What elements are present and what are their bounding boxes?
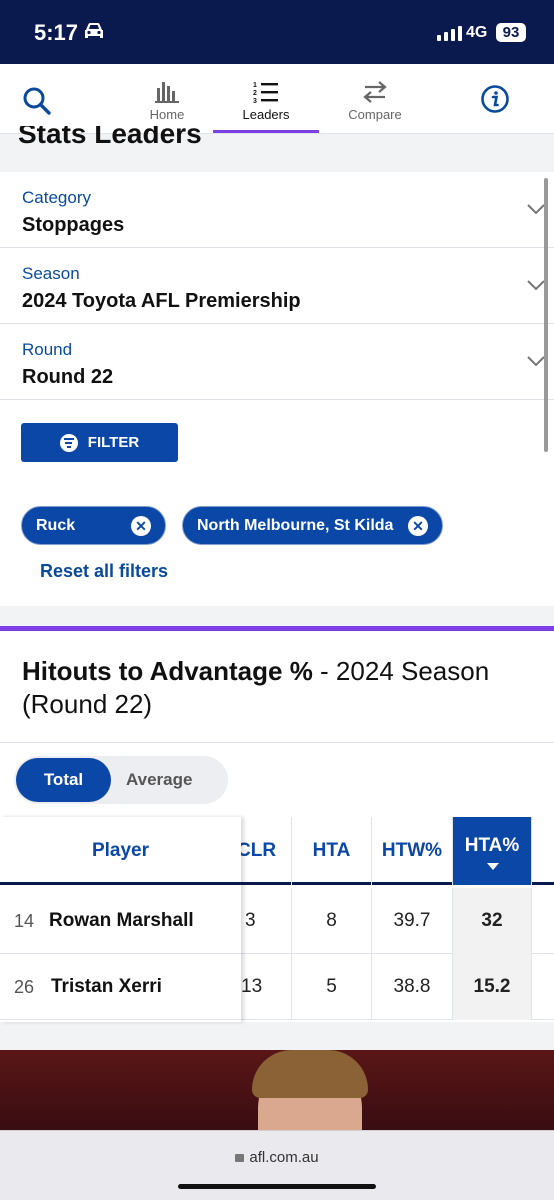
player-name[interactable]: Rowan Marshall <box>49 888 194 954</box>
player-name[interactable]: Tristan Xerri <box>51 954 162 1020</box>
cell-hta: 5 <box>292 954 372 1020</box>
home-indicator[interactable] <box>178 1184 376 1189</box>
category-value: Stoppages <box>22 214 125 236</box>
season-label: Season <box>22 264 80 283</box>
toggle-total[interactable]: Total <box>16 758 111 802</box>
leaders-table: CLR HTA HTW% HTA% 3 8 39.7 32 13 5 38.8 … <box>0 817 554 1022</box>
swap-arrows-icon <box>322 78 428 104</box>
cell-clr: 3 <box>241 888 292 954</box>
toggle-average[interactable]: Average <box>126 758 192 802</box>
bar-chart-icon <box>114 78 220 104</box>
url-label: afl.com.au <box>249 1149 319 1166</box>
column-header-hta[interactable]: HTA <box>292 817 372 885</box>
tab-leaders[interactable]: 123 Leaders <box>213 78 319 122</box>
player-column: Player 14 Rowan Marshall 26 Tristan Xerr… <box>0 817 241 1022</box>
remove-chip-icon[interactable]: ✕ <box>131 516 151 536</box>
filters-card: Category Stoppages Season 2024 Toyota AF… <box>0 172 554 606</box>
search-icon[interactable] <box>22 86 52 121</box>
active-tab-indicator <box>213 130 319 133</box>
filter-button[interactable]: FILTER <box>21 423 178 462</box>
sort-desc-icon <box>487 863 499 870</box>
numbered-list-icon: 123 <box>213 78 319 104</box>
player-rank: 14 <box>14 911 35 931</box>
cell-htw-pct: 39.7 <box>372 888 453 954</box>
divider <box>0 742 554 743</box>
column-header-clr[interactable]: CLR <box>237 817 292 885</box>
column-header-label: HTA% <box>464 835 520 856</box>
cell-htw-pct: 38.8 <box>372 954 453 1020</box>
player-hair <box>252 1050 368 1098</box>
season-select[interactable]: Season 2024 Toyota AFL Premiership <box>0 248 554 324</box>
section-title: Hitouts to Advantage % - 2024 Season (Ro… <box>22 655 542 721</box>
remove-chip-icon[interactable]: ✕ <box>408 516 428 536</box>
car-icon <box>82 20 106 47</box>
filter-chip-ruck[interactable]: Ruck ✕ <box>21 506 166 545</box>
category-label: Category <box>22 188 91 207</box>
player-rank: 26 <box>14 977 35 997</box>
status-bar: 5:17 4G 93 <box>0 0 554 64</box>
page-title-text: Stats Leaders <box>18 126 202 149</box>
status-time: 5:17 <box>34 20 79 45</box>
signal-icon <box>437 26 462 41</box>
column-header-label: CLR <box>237 840 277 861</box>
cell-hta-pct: 15.2 <box>453 954 532 1020</box>
tab-compare[interactable]: Compare <box>322 78 428 122</box>
round-select[interactable]: Round Round 22 <box>0 324 554 400</box>
filter-chip-label: Ruck <box>36 516 76 534</box>
tab-leaders-label: Leaders <box>242 107 290 122</box>
round-value: Round 22 <box>22 366 114 388</box>
svg-text:3: 3 <box>253 98 257 104</box>
reset-filters-link[interactable]: Reset all filters <box>40 561 168 582</box>
chevron-down-icon <box>527 354 545 372</box>
top-nav: Home 123 Leaders Compare <box>0 64 554 134</box>
network-type: 4G <box>466 24 488 41</box>
info-icon[interactable] <box>480 84 510 119</box>
player-cell[interactable]: 14 Rowan Marshall <box>0 888 241 954</box>
tab-home[interactable]: Home <box>114 78 220 122</box>
url-text: afl.com.au <box>0 1149 554 1166</box>
svg-text:1: 1 <box>253 82 257 89</box>
browser-url-bar[interactable]: afl.com.au <box>0 1130 554 1200</box>
cell-hta-pct: 32 <box>453 888 532 954</box>
column-header-hta-pct[interactable]: HTA% <box>453 817 532 885</box>
column-header-player[interactable]: Player <box>0 817 241 885</box>
chevron-down-icon <box>527 278 545 296</box>
filter-icon <box>59 433 78 452</box>
tab-home-label: Home <box>149 107 185 122</box>
tab-compare-label: Compare <box>348 107 402 122</box>
round-label: Round <box>22 340 73 359</box>
filter-chip-label: North Melbourne, St Kilda <box>197 516 394 534</box>
total-average-toggle: Total Average <box>14 756 228 804</box>
svg-text:2: 2 <box>253 90 257 97</box>
category-select[interactable]: Category Stoppages <box>0 172 554 248</box>
scrollbar[interactable] <box>544 178 548 452</box>
cell-hta: 8 <box>292 888 372 954</box>
player-cell[interactable]: 26 Tristan Xerri <box>0 954 241 1020</box>
page-title: Stats Leaders <box>18 126 202 152</box>
cell-clr: 13 <box>241 954 292 1020</box>
battery-icon: 93 <box>496 23 526 42</box>
lock-icon <box>235 1154 245 1162</box>
filter-chip-teams[interactable]: North Melbourne, St Kilda ✕ <box>182 506 443 545</box>
leaders-section: Hitouts to Advantage % - 2024 Season (Ro… <box>0 631 554 1022</box>
column-header-htw-pct[interactable]: HTW% <box>372 817 453 885</box>
season-value: 2024 Toyota AFL Premiership <box>22 290 301 312</box>
chevron-down-icon <box>527 202 545 220</box>
section-title-stat: Hitouts to Advantage % <box>22 656 313 686</box>
filter-button-label: FILTER <box>87 434 140 451</box>
